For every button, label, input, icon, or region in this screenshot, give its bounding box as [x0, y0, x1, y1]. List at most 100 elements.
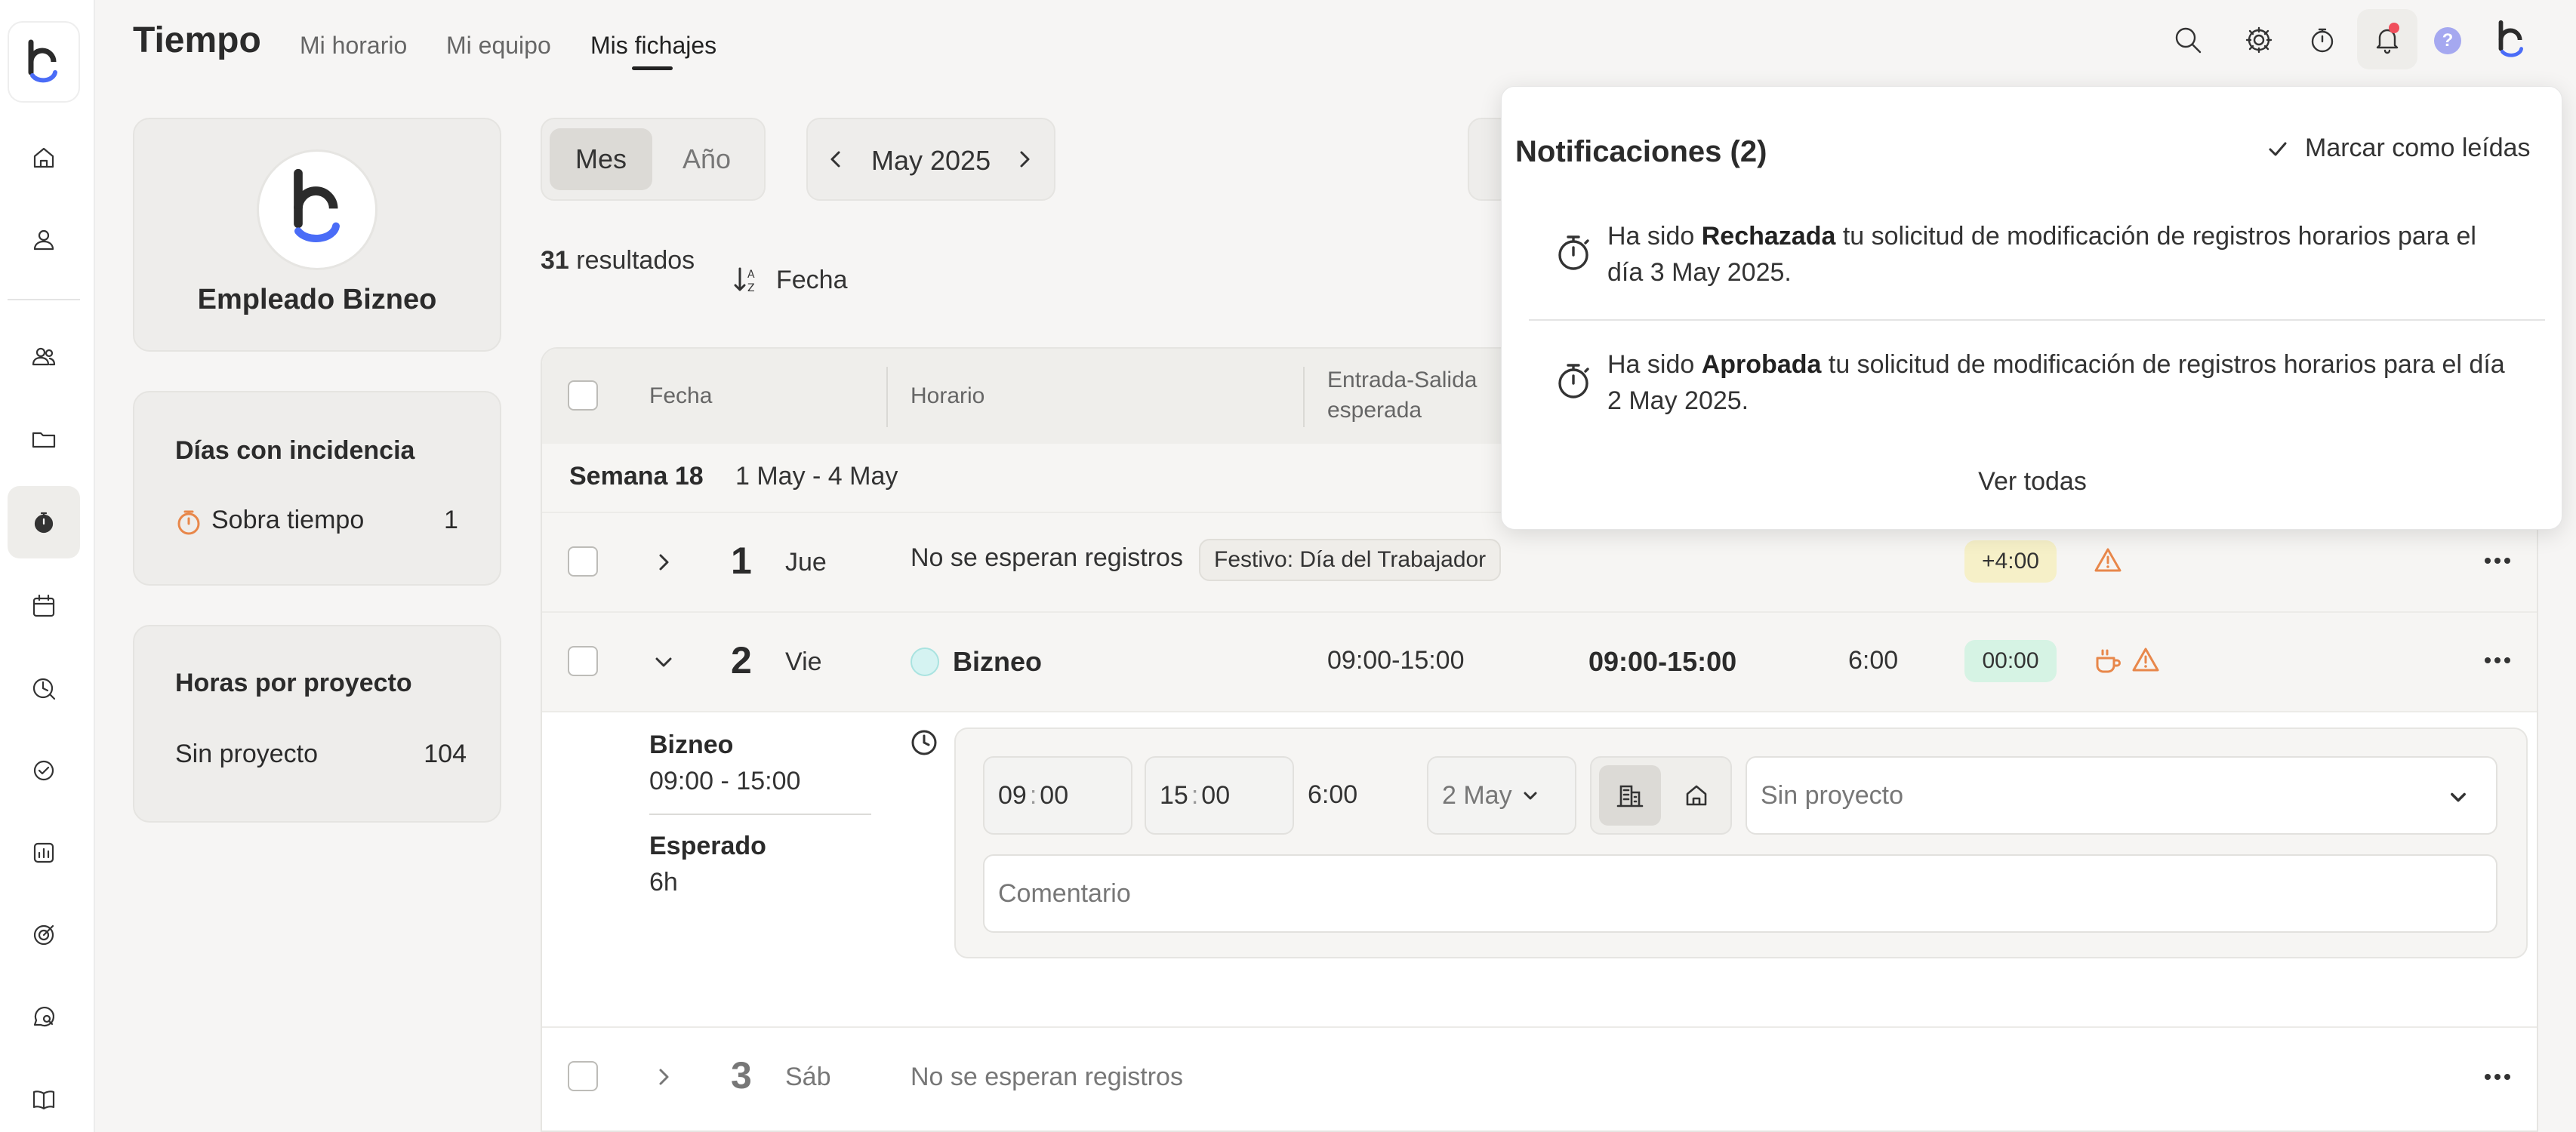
incidencias-title: Días con incidencia: [175, 436, 415, 465]
office-button[interactable]: [1599, 765, 1661, 826]
office-building-icon: [1616, 785, 1644, 807]
notification-text: Ha sido: [1607, 222, 1702, 251]
notifications-panel: Notificaciones (2) Marcar como leídas Ha…: [1501, 86, 2562, 530]
chevron-right-icon[interactable]: [651, 549, 676, 579]
profile-card: Empleado Bizneo: [133, 118, 501, 352]
folder-icon[interactable]: [22, 417, 66, 461]
book-icon[interactable]: [22, 1078, 66, 1121]
row-checkbox[interactable]: [568, 646, 598, 676]
mode-mes-button[interactable]: Mes: [550, 128, 652, 190]
tab-mis-fichajes[interactable]: Mis fichajes: [590, 32, 716, 60]
profile-name: Empleado Bizneo: [197, 284, 437, 315]
row-checkbox[interactable]: [568, 1061, 598, 1091]
active-tab-indicator: [632, 66, 673, 70]
table-row[interactable]: [542, 613, 2537, 711]
bizneo-avatar-icon: [2498, 20, 2523, 57]
warning-icon: [2132, 648, 2159, 672]
search-icon[interactable]: [2171, 23, 2205, 60]
expected-time: 09:00-15:00: [1327, 646, 1465, 675]
comment-placeholder: Comentario: [998, 878, 1131, 908]
target-icon[interactable]: [22, 913, 66, 957]
chevron-left-icon[interactable]: [823, 146, 849, 176]
clock-pie-icon[interactable]: [22, 666, 66, 710]
mode-ano-button[interactable]: Año: [655, 128, 758, 190]
start-time-input[interactable]: 09:00: [983, 756, 1132, 835]
notification-text: Ha sido: [1607, 350, 1702, 379]
proyectos-card: Horas por proyecto Sin proyecto 104: [133, 625, 501, 823]
notification-item[interactable]: Ha sido Rechazada tu solicitud de modifi…: [1607, 218, 2513, 291]
time-separator: :: [1029, 780, 1037, 810]
comment-input[interactable]: Comentario: [983, 854, 2497, 933]
table-row[interactable]: [542, 1028, 2537, 1126]
stopwatch-icon[interactable]: [2306, 23, 2339, 60]
time-separator: :: [1191, 780, 1199, 810]
sidebar: [0, 0, 95, 1132]
chevron-down-icon[interactable]: [651, 649, 676, 678]
bizneo-logo-icon: [28, 39, 57, 83]
stopwatch-icon[interactable]: [8, 486, 80, 558]
see-all-link[interactable]: Ver todas: [1502, 467, 2563, 497]
schedule-name: Bizneo: [953, 646, 1043, 677]
detail-expected-value: 6h: [649, 868, 678, 897]
day-number: 3: [731, 1054, 752, 1097]
header-entrada-salida: Entrada-Salida esperada: [1327, 368, 1478, 423]
chat-search-icon[interactable]: [22, 995, 66, 1039]
notification-dot: [2389, 23, 2399, 33]
holiday-tag: Festivo: Día del Trabajador: [1199, 539, 1502, 581]
incidencias-card: Días con incidencia Sobra tiempo 1: [133, 391, 501, 586]
period-mode-toggle: Mes Año: [541, 118, 766, 201]
select-all-checkbox[interactable]: [568, 380, 598, 411]
actual-time: 09:00-15:00: [1588, 646, 1737, 677]
notifications-title: Notificaciones (2): [1515, 135, 1767, 168]
chevron-down-icon[interactable]: [2448, 786, 2469, 807]
avatar: [257, 149, 377, 270]
chevron-down-icon: [1524, 792, 1537, 800]
sort-field[interactable]: Fecha: [776, 266, 848, 295]
row-checkbox[interactable]: [568, 546, 598, 577]
home-button[interactable]: [1665, 765, 1727, 826]
results-count: 31: [541, 246, 569, 275]
proyecto-hours: 104: [424, 740, 467, 768]
clock-icon: [911, 730, 937, 755]
date-select[interactable]: 2 May: [1427, 756, 1576, 835]
row-divider: [542, 711, 2537, 712]
end-time-input[interactable]: 15:00: [1145, 756, 1294, 835]
report-icon[interactable]: [22, 831, 66, 875]
header-fecha: Fecha: [649, 383, 713, 408]
user-logo[interactable]: [2491, 18, 2532, 62]
help-icon[interactable]: ?: [2434, 27, 2461, 54]
day-name: Sáb: [785, 1063, 831, 1091]
team-icon[interactable]: [22, 335, 66, 379]
project-placeholder: Sin proyecto: [1761, 780, 1903, 810]
notification-item[interactable]: Ha sido Aprobada tu solicitud de modific…: [1607, 346, 2513, 419]
day-name: Jue: [785, 548, 827, 577]
chevron-right-icon[interactable]: [1012, 146, 1037, 176]
incidencia-count: 1: [444, 506, 458, 534]
schedule-color-dot: [911, 648, 939, 676]
entry-duration: 6:00: [1308, 780, 1358, 809]
more-options-icon[interactable]: [2482, 1072, 2513, 1086]
more-options-icon[interactable]: [2482, 655, 2513, 669]
person-icon[interactable]: [22, 218, 66, 262]
date-value: 2 May: [1442, 780, 1512, 810]
home-icon[interactable]: [22, 136, 66, 180]
day-name: Vie: [785, 648, 822, 676]
notification-divider: [1529, 319, 2545, 321]
project-select[interactable]: Sin proyecto: [1746, 756, 2497, 835]
tab-mi-equipo[interactable]: Mi equipo: [446, 32, 551, 60]
week-label: Semana 18: [569, 462, 704, 491]
logo[interactable]: [8, 21, 80, 103]
notification-status: Aprobada: [1701, 350, 1822, 379]
more-options-icon[interactable]: [2482, 555, 2513, 570]
calendar-icon[interactable]: [22, 584, 66, 628]
svg-text:A: A: [747, 269, 755, 281]
start-hour: 09: [998, 780, 1027, 810]
proyectos-title: Horas por proyecto: [175, 669, 412, 697]
check-circle-icon[interactable]: [22, 749, 66, 792]
sort-icon[interactable]: AZ: [732, 264, 761, 296]
incidencia-label: Sobra tiempo: [211, 506, 365, 534]
mark-read-button[interactable]: Marcar como leídas: [2266, 134, 2531, 163]
gear-icon[interactable]: [2242, 23, 2276, 60]
tab-mi-horario[interactable]: Mi horario: [300, 32, 407, 60]
chevron-right-icon[interactable]: [651, 1064, 676, 1094]
